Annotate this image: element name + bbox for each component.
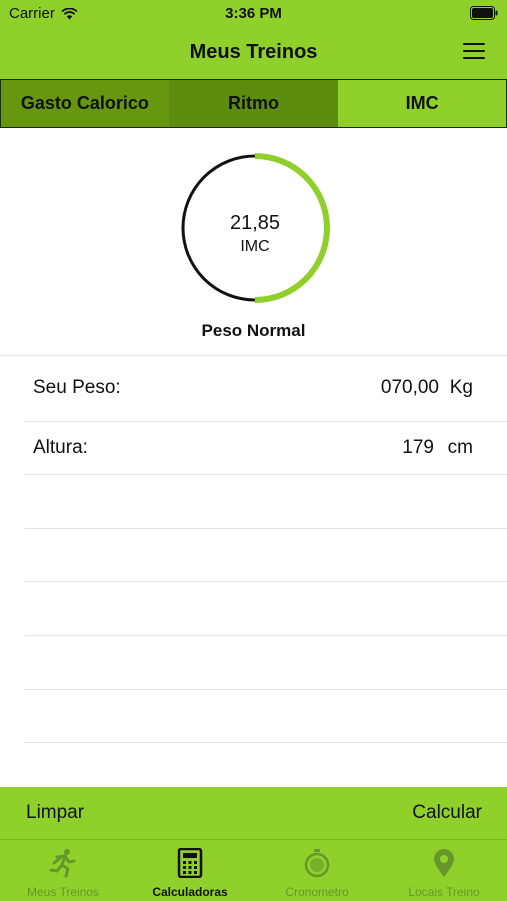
bmi-value: 21,85: [229, 212, 281, 234]
tab-locais-treino[interactable]: Locais Treino: [381, 840, 507, 901]
calculator-segmented-control: Gasto Calorico Ritmo IMC: [0, 79, 507, 128]
battery-icon: [470, 6, 498, 20]
action-bar: Limpar Calcular: [0, 787, 507, 839]
hamburger-menu-icon[interactable]: [463, 43, 485, 61]
tab-label: Cronometro: [285, 885, 349, 899]
weight-input[interactable]: 070,00: [381, 377, 439, 399]
clear-button[interactable]: Limpar: [26, 802, 84, 824]
location-pin-icon: [434, 849, 454, 877]
segment-ritmo[interactable]: Ritmo: [169, 80, 339, 127]
tab-label: Meus Treinos: [26, 885, 100, 899]
status-time: 3:36 PM: [225, 5, 282, 22]
runner-icon: [49, 849, 76, 878]
navigation-bar: Meus Treinos: [0, 28, 507, 80]
tab-calculadoras[interactable]: Calculadoras: [127, 840, 253, 901]
tab-bar: Meus Treinos Calculadoras Cronometro Loc…: [0, 839, 507, 901]
stopwatch-icon: [304, 849, 330, 878]
tab-label: Locais Treino: [408, 885, 480, 899]
segment-gasto-calorico[interactable]: Gasto Calorico: [1, 80, 170, 127]
height-unit: cm: [447, 437, 473, 458]
segment-imc[interactable]: IMC: [338, 80, 507, 127]
divider: [25, 635, 507, 636]
divider: [25, 742, 507, 743]
tab-label: Calculadoras: [152, 885, 228, 899]
bmi-unit-label: IMC: [240, 238, 270, 255]
weight-unit: Kg: [449, 377, 473, 398]
status-bar: Carrier 3:36 PM: [0, 0, 507, 28]
calculate-button[interactable]: Calcular: [412, 802, 482, 824]
divider: [0, 355, 507, 356]
bmi-category: Peso Normal: [201, 321, 306, 340]
weight-label: Seu Peso:: [33, 377, 121, 398]
tab-meus-treinos[interactable]: Meus Treinos: [0, 840, 126, 901]
height-label: Altura:: [33, 437, 88, 458]
divider: [25, 528, 507, 529]
calculator-icon: [177, 848, 203, 878]
divider: [25, 689, 507, 690]
height-input[interactable]: 179: [402, 437, 434, 459]
divider: [25, 474, 507, 475]
divider: [25, 581, 507, 582]
tab-cronometro[interactable]: Cronometro: [254, 840, 380, 901]
page-title: Meus Treinos: [189, 41, 318, 63]
divider: [25, 421, 507, 422]
